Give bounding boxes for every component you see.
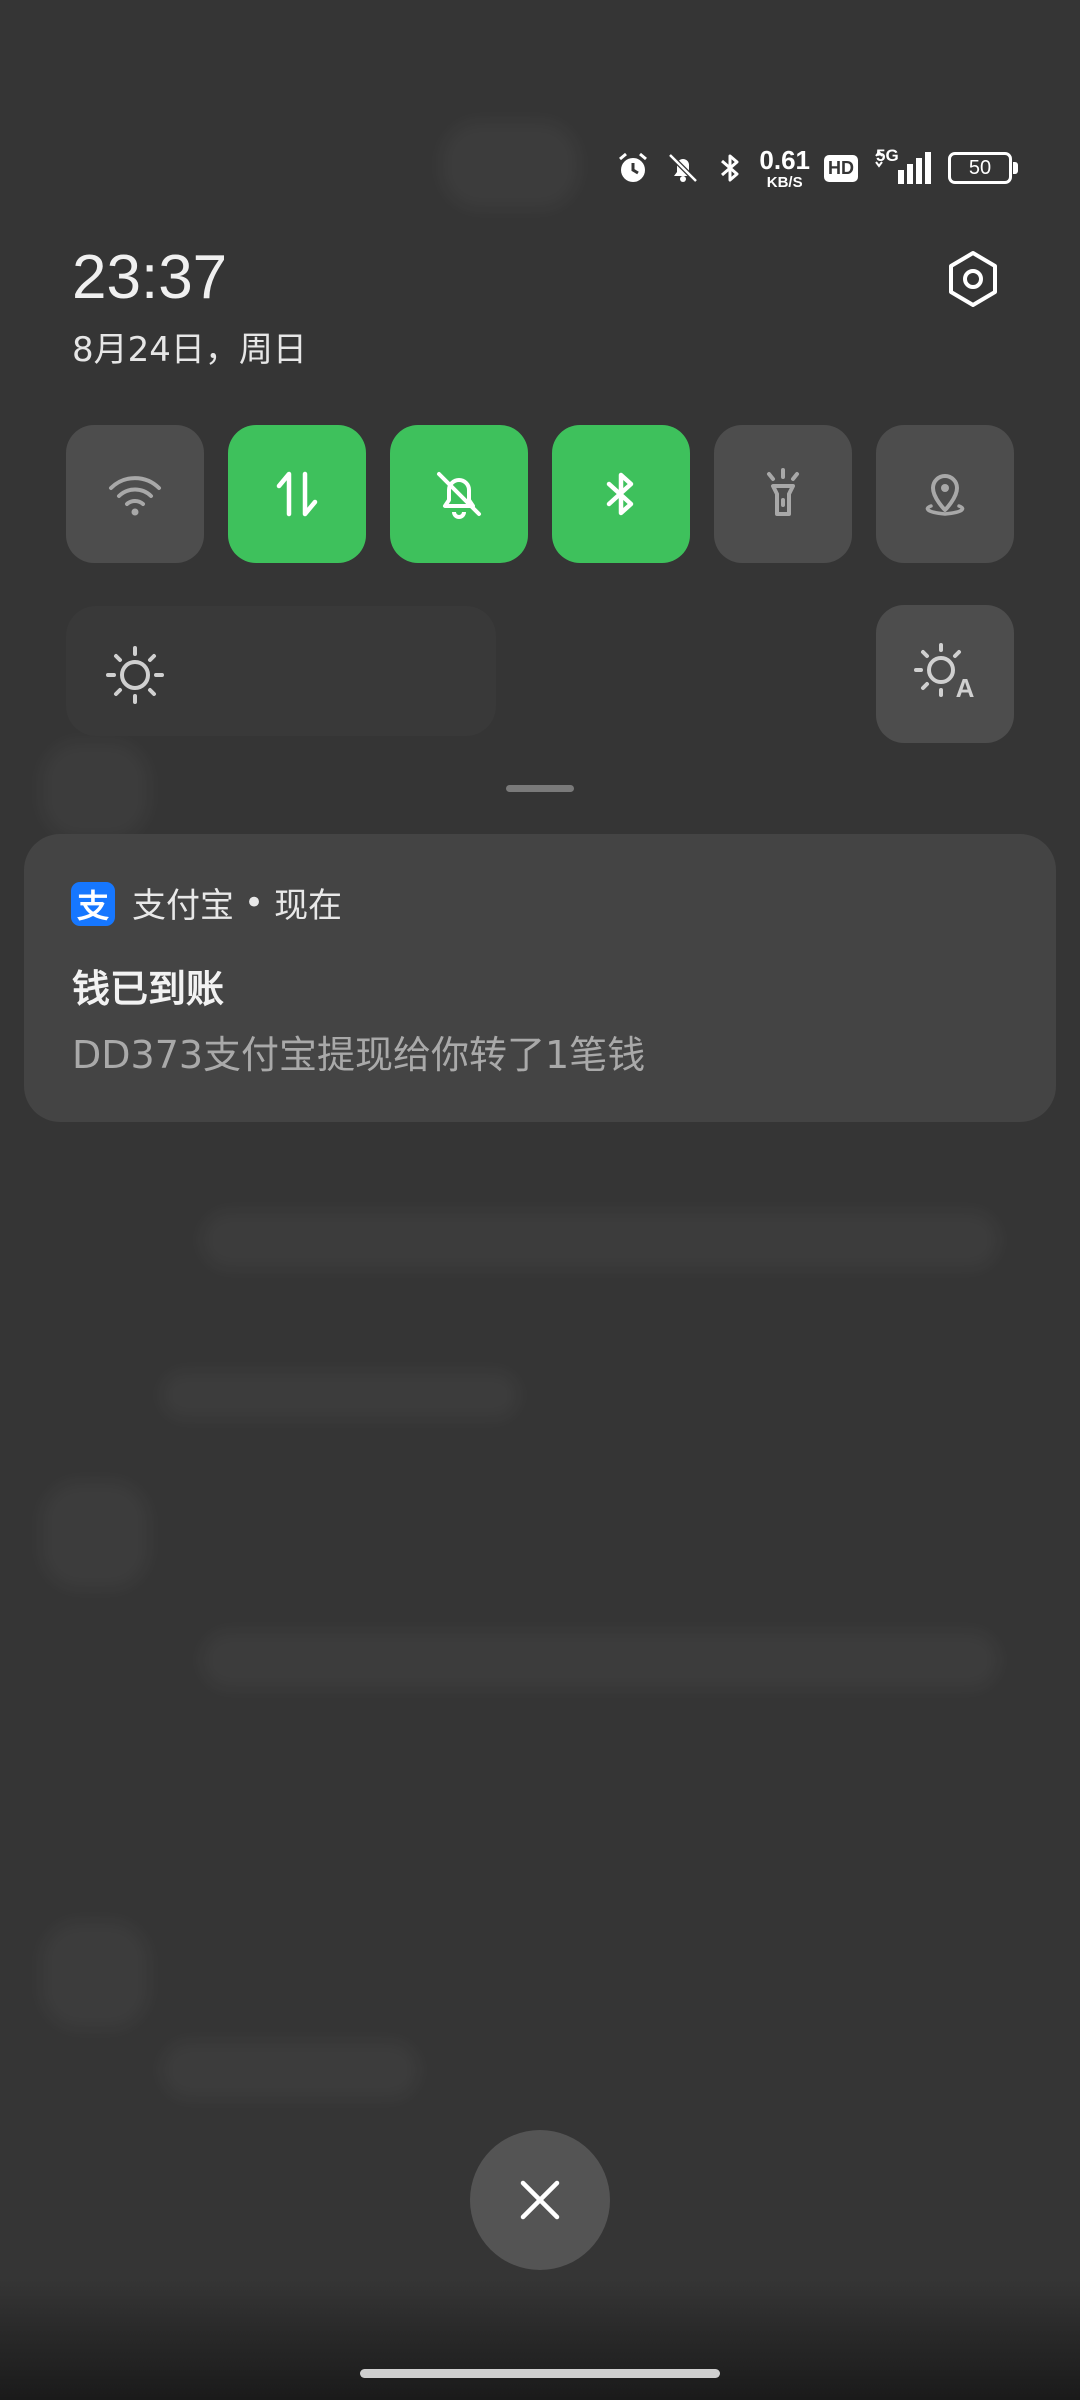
bluetooth-icon [715, 150, 745, 186]
background-blur [40, 1920, 150, 2030]
status-bar: 0.61 KB/S HD 5G 50 [615, 140, 1018, 196]
background-blur [40, 740, 150, 840]
date-label[interactable]: 8月24日，周日 [72, 322, 307, 371]
close-icon [520, 2180, 560, 2220]
background-blur [200, 1210, 1000, 1270]
tile-silent[interactable] [390, 425, 528, 563]
gear-icon [949, 251, 997, 307]
quick-settings-tiles [66, 425, 1014, 563]
location-icon [925, 474, 965, 516]
net-speed-unit: KB/S [766, 173, 803, 191]
separator-dot: • [244, 882, 265, 923]
tile-location[interactable] [876, 425, 1014, 563]
wifi-icon [109, 476, 161, 516]
bell-off-icon [665, 150, 701, 186]
auto-brightness-button[interactable]: A [876, 605, 1014, 743]
alipay-app-icon: 支 [71, 882, 115, 926]
signal-icon: 5G [872, 146, 934, 186]
clear-notifications-button[interactable] [470, 2130, 610, 2270]
bell-off-icon [437, 472, 481, 519]
notification-card[interactable]: 支 支付宝 • 现在 钱已到账 DD373支付宝提现给你转了1笔钱 [24, 834, 1056, 1122]
net-speed-value: 0.61 [759, 144, 810, 175]
notification-time: 现在 [274, 886, 343, 926]
home-indicator[interactable] [360, 2369, 720, 2378]
flashlight-icon [767, 468, 799, 516]
tile-wifi[interactable] [66, 425, 204, 563]
drag-handle[interactable] [506, 785, 574, 792]
data-arrows-icon [276, 471, 318, 517]
tile-mobile-data[interactable] [228, 425, 366, 563]
sun-icon [100, 640, 170, 710]
auto-brightness-label: A [955, 672, 975, 703]
clock-time[interactable]: 23:37 [72, 242, 227, 313]
background-blur [160, 2040, 420, 2100]
alarm-icon [615, 150, 651, 186]
background-blur [160, 1370, 520, 1420]
bottom-gradient [0, 2280, 1080, 2400]
battery-level: 50 [968, 156, 992, 179]
notification-title: 钱已到账 [72, 967, 225, 1011]
background-blur [200, 1630, 1000, 1690]
app-name: 支付宝 [132, 886, 234, 926]
tile-flashlight[interactable] [714, 425, 852, 563]
hd-icon: HD [824, 154, 858, 182]
notification-header: 支付宝 • 现在 [132, 878, 342, 927]
net-speed: 0.61 KB/S [759, 147, 810, 190]
notification-body: DD373支付宝提现给你转了1笔钱 [72, 1033, 646, 1077]
tile-bluetooth[interactable] [552, 425, 690, 563]
settings-button[interactable] [938, 244, 1008, 314]
background-blur [40, 1480, 150, 1590]
network-type: 5G [876, 146, 899, 165]
background-blur [440, 120, 580, 210]
bluetooth-icon [606, 472, 634, 516]
battery-icon: 50 [948, 152, 1018, 184]
